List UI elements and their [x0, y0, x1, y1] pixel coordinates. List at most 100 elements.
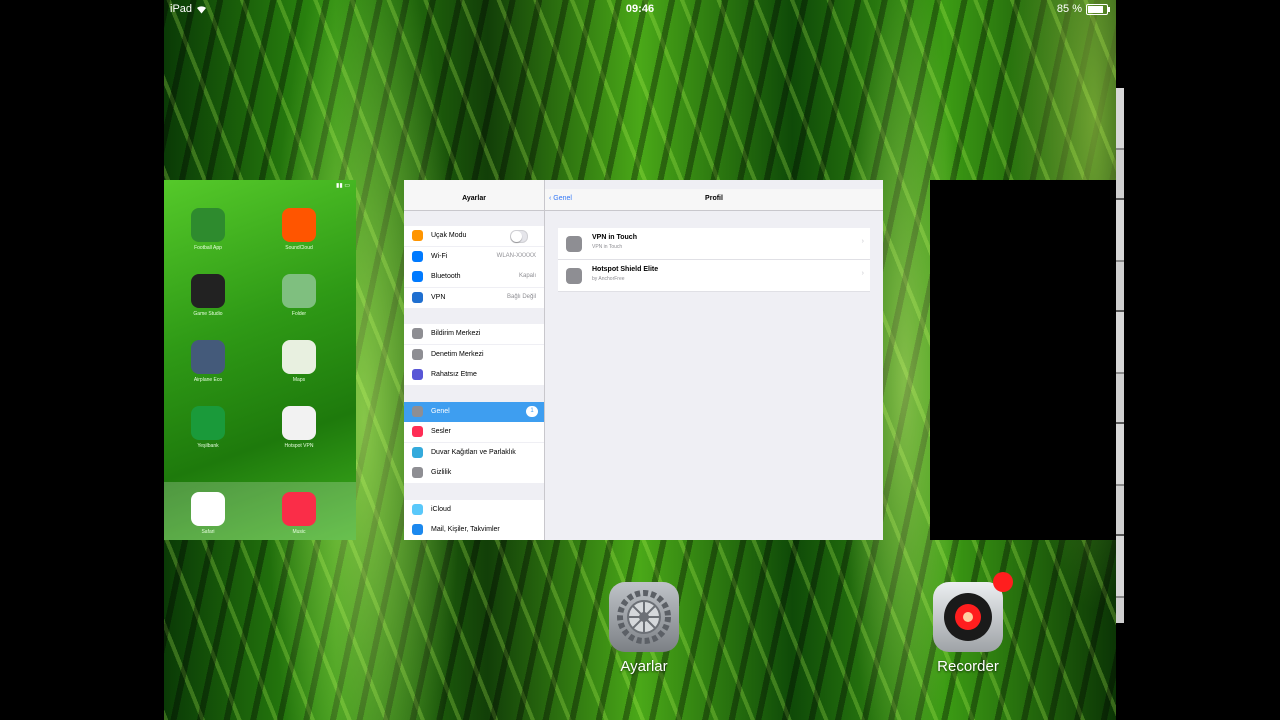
home-app[interactable]: Folder	[269, 274, 329, 317]
settings-row-icon	[412, 405, 423, 417]
settings-row[interactable]: Rahatsız Etme	[404, 365, 544, 385]
dock-app[interactable]: Safari	[178, 492, 238, 535]
ipad-multitasking-screen: iPad 09:46 85 % ▮▮ ▭ Football App SoundCl…	[164, 0, 1116, 720]
settings-row-label: Wi-Fi	[431, 252, 448, 260]
clock: 09:46	[625, 3, 655, 15]
edge-artifact	[1116, 88, 1124, 623]
detail-nav-bar: ‹ Genel Profil	[545, 189, 883, 211]
dock-app[interactable]: Music	[269, 492, 329, 535]
home-app[interactable]: Football App	[178, 208, 238, 251]
home-app-label: SoundCloud	[285, 245, 313, 251]
airplane-mode-toggle[interactable]	[510, 230, 528, 243]
settings-row-label: iCloud	[431, 505, 451, 513]
settings-row-label: Gizlilik	[431, 469, 452, 476]
settings-row-label: Rahatsız Etme	[431, 371, 477, 378]
profile-row[interactable]: VPN in Touch VPN in Touch ›	[558, 228, 870, 260]
home-app-label: Folder	[291, 311, 307, 317]
battery-fill	[1088, 5, 1104, 13]
profile-row[interactable]: Hotspot Shield Elite by AnchorFree ›	[558, 260, 870, 292]
home-app[interactable]: SoundCloud	[269, 208, 329, 251]
football-icon	[191, 208, 225, 242]
home-screen-card[interactable]: ▮▮ ▭ Football App SoundCloud Game Studio Fo…	[164, 180, 356, 540]
settings-row-icon	[412, 348, 423, 360]
settings-app-switcher-icon[interactable]: Ayarlar	[584, 582, 704, 675]
settings-row-icon	[412, 230, 423, 241]
bank-icon	[191, 406, 225, 440]
settings-row-label: Genel	[431, 407, 450, 415]
detail-title: Profil	[705, 195, 723, 202]
folder-icon	[282, 274, 316, 308]
settings-row-label: Sesler	[431, 428, 451, 435]
settings-row[interactable]: Denetim Merkezi	[404, 344, 544, 365]
settings-row[interactable]: iCloud	[404, 499, 544, 520]
chevron-right-icon: ›	[861, 270, 864, 277]
settings-row-icon	[412, 291, 423, 303]
home-app-label: Hotspot VPN	[284, 443, 314, 449]
dock-app-label: Safari	[201, 529, 215, 535]
profile-list: VPN in Touch VPN in Touch › Hotspot Shield …	[558, 228, 870, 292]
profile-name: Hotspot Shield Elite	[592, 266, 659, 273]
home-app-label: Maps	[292, 377, 306, 383]
recorder-app-switcher-icon[interactable]: Recorder	[908, 572, 1028, 675]
settings-row-icon	[412, 271, 423, 282]
settings-row-value: Bağlı Değil	[506, 293, 536, 300]
profile-subtitle: VPN in Touch	[592, 244, 623, 250]
settings-row-value: Kapalı	[518, 273, 536, 279]
update-badge: 1	[526, 405, 538, 417]
settings-row-icon	[412, 446, 423, 458]
settings-row-icon	[412, 467, 423, 478]
recorder-app-name: Recorder	[937, 658, 999, 675]
settings-detail-pane: ‹ Genel Profil VPN in Touch VPN in Touch ›…	[545, 180, 883, 540]
settings-row-value: WLAN-XXXXX	[496, 252, 536, 259]
home-app[interactable]: Game Studio	[178, 274, 238, 317]
settings-row-label: Bildirim Merkezi	[431, 330, 481, 337]
home-app[interactable]: Yeşilbank	[178, 406, 238, 449]
mini-status-bar: ▮▮ ▭	[336, 183, 350, 189]
battery-icon	[1086, 3, 1110, 15]
home-app-label: Airplane Eco	[193, 377, 223, 383]
profile-subtitle: by AnchorFree	[592, 276, 625, 282]
settings-row-label: Uçak Modu	[431, 232, 467, 239]
shield-icon	[282, 406, 316, 440]
home-app[interactable]: Airplane Eco	[178, 340, 238, 383]
battery-percent: 85 %	[1056, 3, 1082, 15]
settings-row[interactable]: Sesler	[404, 422, 544, 442]
settings-row[interactable]: Mail, Kişiler, Takvimler	[404, 520, 544, 540]
settings-row-icon	[412, 250, 423, 262]
settings-row-label: VPN	[431, 293, 446, 301]
music-icon	[282, 492, 316, 526]
settings-row[interactable]: Bluetooth Kapalı	[404, 267, 544, 287]
settings-row-icon	[412, 524, 423, 535]
record-icon	[933, 572, 1013, 652]
notification-badge	[993, 572, 1013, 592]
settings-row[interactable]: Uçak Modu	[404, 226, 544, 246]
settings-nav-bar: Ayarlar	[404, 180, 544, 211]
settings-row[interactable]: Bildirim Merkezi	[404, 324, 544, 344]
settings-row[interactable]: VPN Bağlı Değil	[404, 287, 544, 308]
settings-row-label: Denetim Merkezi	[431, 350, 484, 358]
home-app[interactable]: Maps	[269, 340, 329, 383]
home-dock: Safari Music	[164, 482, 356, 540]
home-app-label: Game Studio	[193, 311, 223, 317]
settings-title: Ayarlar	[462, 195, 486, 202]
settings-row-icon	[412, 426, 423, 437]
gamepad-icon	[191, 274, 225, 308]
soundcloud-icon	[282, 208, 316, 242]
airplane-icon	[191, 340, 225, 374]
settings-row[interactable]: Wi-Fi WLAN-XXXXX	[404, 246, 544, 267]
settings-master-pane: Ayarlar Uçak Modu Wi-Fi WLAN-XXXXX Bluetoot…	[404, 180, 545, 540]
home-app[interactable]: Hotspot VPN	[269, 406, 329, 449]
settings-row[interactable]: Genel 1	[404, 401, 544, 422]
settings-app-name: Ayarlar	[620, 658, 668, 675]
settings-row[interactable]: Gizlilik	[404, 463, 544, 483]
profile-name: VPN in Touch	[592, 234, 637, 241]
maps-icon	[282, 340, 316, 374]
gear-icon	[609, 582, 679, 652]
settings-row-icon	[412, 503, 423, 515]
settings-row-label: Bluetooth	[431, 273, 461, 280]
settings-row-icon	[412, 328, 423, 339]
settings-app-card[interactable]: Ayarlar Uçak Modu Wi-Fi WLAN-XXXXX Bluetoot…	[404, 180, 883, 540]
recorder-app-card[interactable]	[930, 180, 1116, 540]
home-app-label: Yeşilbank	[197, 443, 219, 449]
settings-row[interactable]: Duvar Kağıtları ve Parlaklık	[404, 442, 544, 463]
